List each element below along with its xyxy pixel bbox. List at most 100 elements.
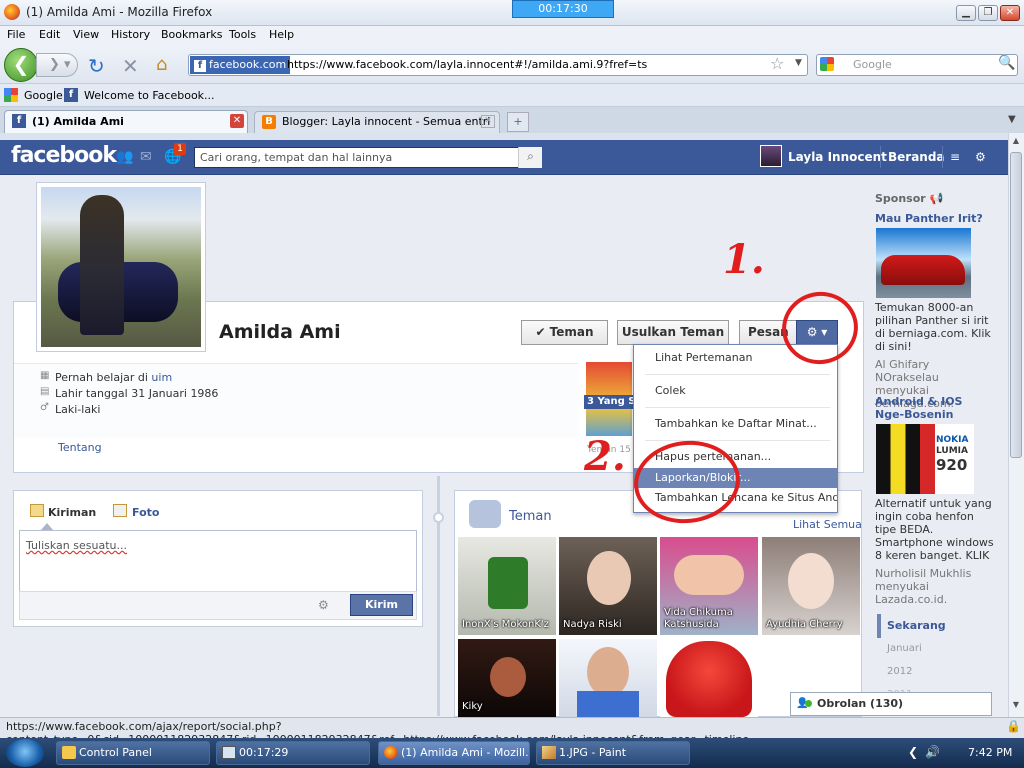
ad-title[interactable]: Mau Panther Irit? <box>875 212 983 225</box>
scroll-up-icon[interactable]: ▲ <box>1009 136 1023 150</box>
timeline-dot[interactable] <box>433 512 444 523</box>
menu-bookmarks[interactable]: Bookmarks <box>161 28 222 41</box>
url-history-dropdown-icon[interactable]: ▼ <box>795 58 802 68</box>
close-window-button[interactable]: ✕ <box>1000 5 1020 21</box>
friend-tile[interactable] <box>660 639 758 717</box>
stop-icon[interactable]: ✕ <box>122 54 139 78</box>
home-link[interactable]: Beranda <box>888 150 945 164</box>
heart-icon <box>666 641 752 717</box>
account-settings-gear-icon[interactable]: ⚙ <box>975 150 986 164</box>
notification-count-badge: 1 <box>174 143 186 155</box>
scroll-down-icon[interactable]: ▼ <box>1009 700 1023 714</box>
firefox-icon <box>384 746 398 759</box>
ad-image-car <box>881 255 965 285</box>
back-button[interactable]: ❮ <box>4 48 38 82</box>
tab-post[interactable]: Kiriman <box>48 506 96 519</box>
scrubber-january[interactable]: Januari <box>887 643 922 654</box>
ad-title[interactable]: Android & IOS Nge-Bosenin <box>875 395 995 421</box>
see-all-friends-link[interactable]: Lihat Semua <box>793 518 862 531</box>
url-text[interactable]: https://www.facebook.com/layla.innocent#… <box>287 58 647 71</box>
friends-title[interactable]: Teman <box>509 509 552 524</box>
bookmark-star-icon[interactable]: ☆ <box>770 54 784 73</box>
profile-name[interactable]: Amilda Ami <box>219 321 341 343</box>
avatar[interactable] <box>760 145 782 167</box>
friend-tile[interactable]: Vida Chikuma Katshusida <box>660 537 758 635</box>
tray-clock[interactable]: 7:42 PM <box>968 746 1012 759</box>
taskbar-item-control-panel[interactable]: Control Panel <box>56 741 210 765</box>
recording-timer: 00:17:30 <box>512 0 614 18</box>
new-tab-button[interactable]: + <box>507 112 529 132</box>
gender-icon: ♂ <box>40 402 49 413</box>
close-tab-icon[interactable]: ✕ <box>481 115 495 128</box>
ad-image-model: 920 <box>936 456 968 474</box>
menu-history[interactable]: History <box>111 28 150 41</box>
bookmark-google[interactable]: Google <box>24 89 63 102</box>
friend-status-button[interactable]: ✔ Teman <box>521 320 608 345</box>
gear-icon[interactable]: ⚙ <box>318 598 329 612</box>
minimize-button[interactable]: ▁ <box>956 5 976 21</box>
annotation-step-1: 1. <box>723 236 765 283</box>
composer-tab-pointer <box>41 523 53 530</box>
taskbar-item-firefox[interactable]: (1) Amilda Ami - Mozill... <box>378 741 530 765</box>
bookmark-facebook[interactable]: Welcome to Facebook... <box>84 89 215 102</box>
site-identity-badge[interactable]: f facebook.com <box>190 56 291 74</box>
school-link[interactable]: uim <box>151 371 172 384</box>
menu-item-add-to-interests[interactable]: Tambahkan ke Daftar Minat... <box>634 414 837 434</box>
scrubber-2012[interactable]: 2012 <box>887 666 912 677</box>
scrollbar-thumb[interactable] <box>1010 152 1022 458</box>
speaker-icon[interactable]: 🔊 <box>925 745 940 759</box>
home-icon[interactable]: ⌂ <box>156 54 167 75</box>
menu-item-poke[interactable]: Colek <box>634 381 837 401</box>
tab-photo[interactable]: Foto <box>132 506 159 519</box>
photo-icon <box>113 504 127 517</box>
friend-photo-face <box>490 657 526 697</box>
friend-tile[interactable] <box>559 639 657 717</box>
search-icon[interactable]: ⌕ <box>518 147 542 168</box>
friend-requests-icon[interactable]: 👥 <box>116 149 133 165</box>
suggest-friends-button[interactable]: Usulkan Teman <box>617 320 729 345</box>
friends-icon <box>469 500 501 528</box>
menu-file[interactable]: File <box>7 28 25 41</box>
about-link[interactable]: Tentang <box>58 441 102 454</box>
messages-icon[interactable]: ✉ <box>140 149 152 165</box>
show-hidden-icons-chevron-icon[interactable]: ❮ <box>908 745 918 759</box>
friend-tile[interactable]: Nadya Riski <box>559 537 657 635</box>
menu-tools[interactable]: Tools <box>229 28 256 41</box>
divider <box>645 440 830 441</box>
google-icon[interactable] <box>820 57 834 71</box>
facebook-logo[interactable]: facebook <box>11 143 117 168</box>
menu-edit[interactable]: Edit <box>39 28 60 41</box>
info-gender: Laki-laki <box>55 403 101 416</box>
menu-view[interactable]: View <box>73 28 99 41</box>
tab-list-dropdown-icon[interactable]: ▼ <box>1008 114 1016 125</box>
album-label[interactable]: 3 Yang S <box>584 395 638 409</box>
reload-icon[interactable]: ↻ <box>88 54 105 78</box>
scrubber-now[interactable]: Sekarang <box>887 619 946 632</box>
taskbar-item-timer[interactable]: 00:17:29 <box>216 741 370 765</box>
menu-help[interactable]: Help <box>269 28 294 41</box>
friend-tile[interactable]: Ayudhia Cherry <box>762 537 860 635</box>
privacy-shortcuts-icon[interactable]: ≡ <box>950 150 960 164</box>
friend-tile[interactable]: InonX's MokonK'z <box>458 537 556 635</box>
user-name-link[interactable]: Layla Innocent <box>788 150 887 164</box>
facebook-icon: f <box>194 60 206 72</box>
maximize-button[interactable]: ❐ <box>978 5 998 21</box>
friend-photo-group <box>674 555 744 595</box>
friend-name: Kiky <box>462 701 483 712</box>
info-education: Pernah belajar di uim <box>55 371 173 384</box>
friend-name: Ayudhia Cherry <box>766 619 843 630</box>
start-button[interactable] <box>6 739 44 767</box>
timeline-scrubber-marker <box>877 614 881 638</box>
ad-body[interactable]: Temukan 8000-an pilihan Panther si irit … <box>875 301 995 353</box>
search-input[interactable] <box>816 54 1018 76</box>
ad-body[interactable]: Alternatif untuk yang ingin coba henfon … <box>875 497 995 562</box>
blogger-icon: B <box>262 115 276 129</box>
taskbar-item-paint[interactable]: 1.JPG - Paint <box>536 741 690 765</box>
search-icon[interactable]: 🔍 <box>998 55 1015 71</box>
chat-label[interactable]: Obrolan (130) <box>817 697 903 710</box>
post-button[interactable]: Kirim <box>350 594 413 616</box>
close-tab-icon[interactable]: ✕ <box>230 114 244 128</box>
friend-tile[interactable]: Kiky <box>458 639 556 717</box>
friend-photo-face <box>587 647 629 697</box>
forward-button[interactable]: ❯ ▾ <box>36 53 78 77</box>
